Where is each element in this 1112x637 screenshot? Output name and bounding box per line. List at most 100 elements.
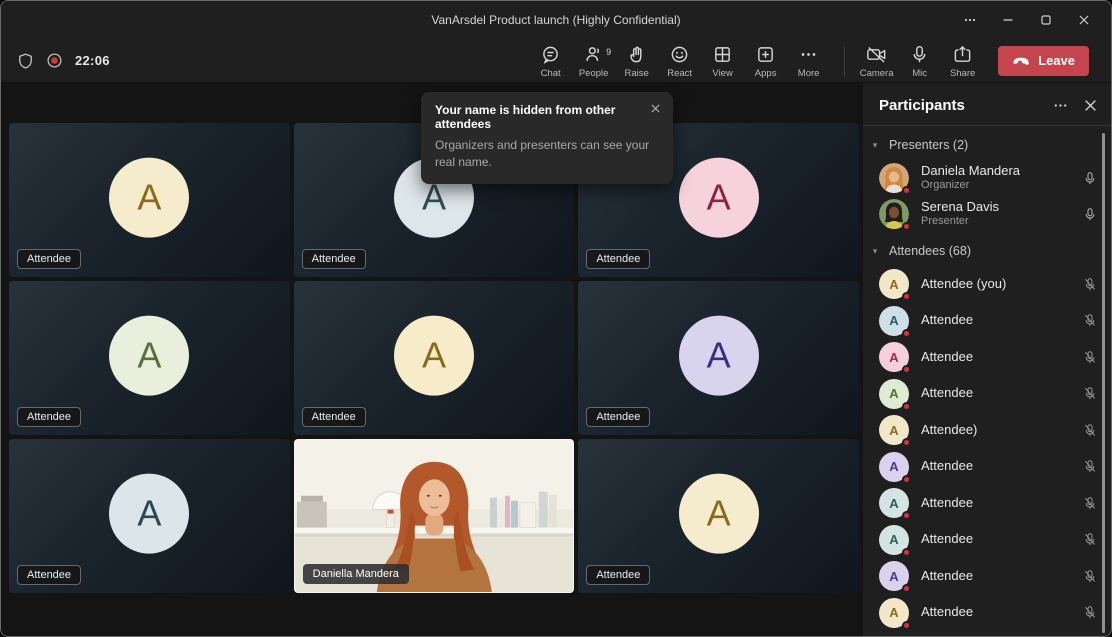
video-stage: A Attendee A Attendee A Attendee A Atten… bbox=[1, 83, 863, 636]
attendee-avatar: A bbox=[879, 342, 909, 372]
attendee-name: Attendee bbox=[921, 532, 1083, 547]
attendee-name: Attendee bbox=[921, 496, 1083, 511]
mic-on-button[interactable] bbox=[1083, 207, 1097, 222]
presence-busy-indicator bbox=[902, 365, 911, 374]
mic-muted-button[interactable] bbox=[1083, 277, 1097, 292]
attendee-row[interactable]: A Attendee bbox=[863, 558, 1111, 595]
chevron-down-icon: ▾ bbox=[869, 140, 881, 151]
chat-button[interactable]: Chat bbox=[529, 43, 572, 79]
video-tile[interactable]: A Attendee bbox=[9, 439, 290, 593]
mic-muted-button[interactable] bbox=[1083, 569, 1097, 584]
mic-on-button[interactable] bbox=[1083, 171, 1097, 186]
mic-muted-button[interactable] bbox=[1083, 423, 1097, 438]
mic-off-icon bbox=[1083, 277, 1097, 292]
ellipsis-icon bbox=[1053, 98, 1068, 113]
window-maximize-button[interactable] bbox=[1027, 1, 1065, 39]
recording-icon bbox=[46, 52, 63, 69]
toolbar-actions: Chat 9 People Raise React bbox=[529, 43, 830, 79]
mic-off-icon bbox=[1083, 386, 1097, 401]
attendee-row[interactable]: A Attendee bbox=[863, 339, 1111, 376]
video-tile[interactable]: A Attendee bbox=[294, 281, 575, 435]
people-label: People bbox=[579, 68, 609, 79]
participants-title: Participants bbox=[879, 97, 1037, 114]
video-tile[interactable]: A Attendee bbox=[9, 123, 290, 277]
mic-off-icon bbox=[1083, 532, 1097, 547]
mic-off-icon bbox=[1083, 313, 1097, 328]
raise-hand-icon bbox=[627, 45, 646, 65]
mic-muted-button[interactable] bbox=[1083, 605, 1097, 620]
presence-busy-indicator bbox=[902, 621, 911, 630]
avatar: A bbox=[109, 474, 189, 554]
window-close-button[interactable] bbox=[1065, 1, 1103, 39]
attendee-row[interactable]: A Attendee bbox=[863, 485, 1111, 522]
main-area: A Attendee A Attendee A Attendee A Atten… bbox=[1, 83, 1111, 636]
notification-close-button[interactable] bbox=[650, 101, 661, 119]
attendee-row[interactable]: A Attendee) bbox=[863, 412, 1111, 449]
avatar-initial: A bbox=[889, 459, 898, 474]
participants-more-button[interactable] bbox=[1053, 98, 1068, 113]
leave-button[interactable]: Leave bbox=[998, 46, 1089, 76]
react-label: React bbox=[667, 68, 692, 79]
avatar-initial: A bbox=[889, 386, 898, 401]
attendees-list: A Attendee (you) A Attendee A Attendee bbox=[863, 266, 1111, 631]
mic-muted-button[interactable] bbox=[1083, 532, 1097, 547]
participants-panel: Participants ▾ Presenters (2) Daniela Ma… bbox=[863, 83, 1111, 636]
attendees-section-header[interactable]: ▾ Attendees (68) bbox=[863, 232, 1111, 266]
presenter-role: Presenter bbox=[921, 215, 1083, 228]
panel-scrollbar[interactable] bbox=[1102, 133, 1105, 633]
mic-muted-button[interactable] bbox=[1083, 459, 1097, 474]
attendee-name: Attendee) bbox=[921, 423, 1083, 438]
maximize-icon bbox=[1040, 14, 1052, 26]
presenters-section-header[interactable]: ▾ Presenters (2) bbox=[863, 126, 1111, 160]
mic-muted-button[interactable] bbox=[1083, 313, 1097, 328]
mic-off-icon bbox=[1083, 459, 1097, 474]
video-tile[interactable]: A Attendee bbox=[9, 281, 290, 435]
video-grid: A Attendee A Attendee A Attendee A Atten… bbox=[9, 123, 859, 593]
raise-hand-button[interactable]: Raise bbox=[615, 43, 658, 79]
avatar-initial: A bbox=[889, 277, 898, 292]
window-controls bbox=[951, 1, 1103, 39]
close-icon bbox=[1078, 14, 1090, 26]
tile-name-label: Daniella Mandera bbox=[303, 564, 409, 584]
share-button[interactable]: Share bbox=[941, 43, 984, 79]
presenter-row[interactable]: Daniela Mandera Organizer bbox=[863, 160, 1111, 196]
more-button[interactable]: More bbox=[787, 43, 830, 79]
attendee-row[interactable]: A Attendee bbox=[863, 449, 1111, 486]
mic-off-icon bbox=[1083, 423, 1097, 438]
attendee-name: Attendee (you) bbox=[921, 277, 1083, 292]
attendee-row[interactable]: A Attendee bbox=[863, 595, 1111, 632]
camera-button[interactable]: Camera bbox=[855, 43, 898, 79]
attendee-row[interactable]: A Attendee bbox=[863, 303, 1111, 340]
name-hidden-notification: Your name is hidden from other attendees… bbox=[421, 92, 673, 184]
video-tile-camera-on[interactable]: Daniella Mandera bbox=[294, 439, 575, 593]
mic-button[interactable]: Mic bbox=[898, 43, 941, 79]
more-ellipsis-icon bbox=[799, 45, 818, 65]
people-button[interactable]: 9 People bbox=[572, 43, 615, 79]
avatar: A bbox=[679, 474, 759, 554]
window-minimize-button[interactable] bbox=[989, 1, 1027, 39]
chevron-down-icon: ▾ bbox=[869, 246, 881, 257]
mic-muted-button[interactable] bbox=[1083, 496, 1097, 511]
attendee-avatar: A bbox=[879, 379, 909, 409]
view-button[interactable]: View bbox=[701, 43, 744, 79]
participants-close-button[interactable] bbox=[1084, 99, 1097, 112]
window-more-button[interactable] bbox=[951, 1, 989, 39]
video-tile[interactable]: A Attendee bbox=[578, 439, 859, 593]
attendee-row[interactable]: A Attendee bbox=[863, 522, 1111, 559]
presence-busy-indicator bbox=[902, 584, 911, 593]
avatar-initial: A bbox=[889, 423, 898, 438]
apps-button[interactable]: Apps bbox=[744, 43, 787, 79]
mic-muted-button[interactable] bbox=[1083, 386, 1097, 401]
react-button[interactable]: React bbox=[658, 43, 701, 79]
attendee-name: Attendee bbox=[921, 386, 1083, 401]
mic-muted-button[interactable] bbox=[1083, 350, 1097, 365]
view-grid-icon bbox=[713, 45, 732, 65]
attendee-row[interactable]: A Attendee (you) bbox=[863, 266, 1111, 303]
presence-busy-indicator bbox=[902, 186, 911, 195]
mic-icon bbox=[910, 45, 929, 65]
attendee-row[interactable]: A Attendee bbox=[863, 376, 1111, 413]
presenter-row[interactable]: Serena Davis Presenter bbox=[863, 196, 1111, 232]
presence-busy-indicator bbox=[902, 222, 911, 231]
attendee-name: Attendee bbox=[921, 313, 1083, 328]
video-tile[interactable]: A Attendee bbox=[578, 281, 859, 435]
